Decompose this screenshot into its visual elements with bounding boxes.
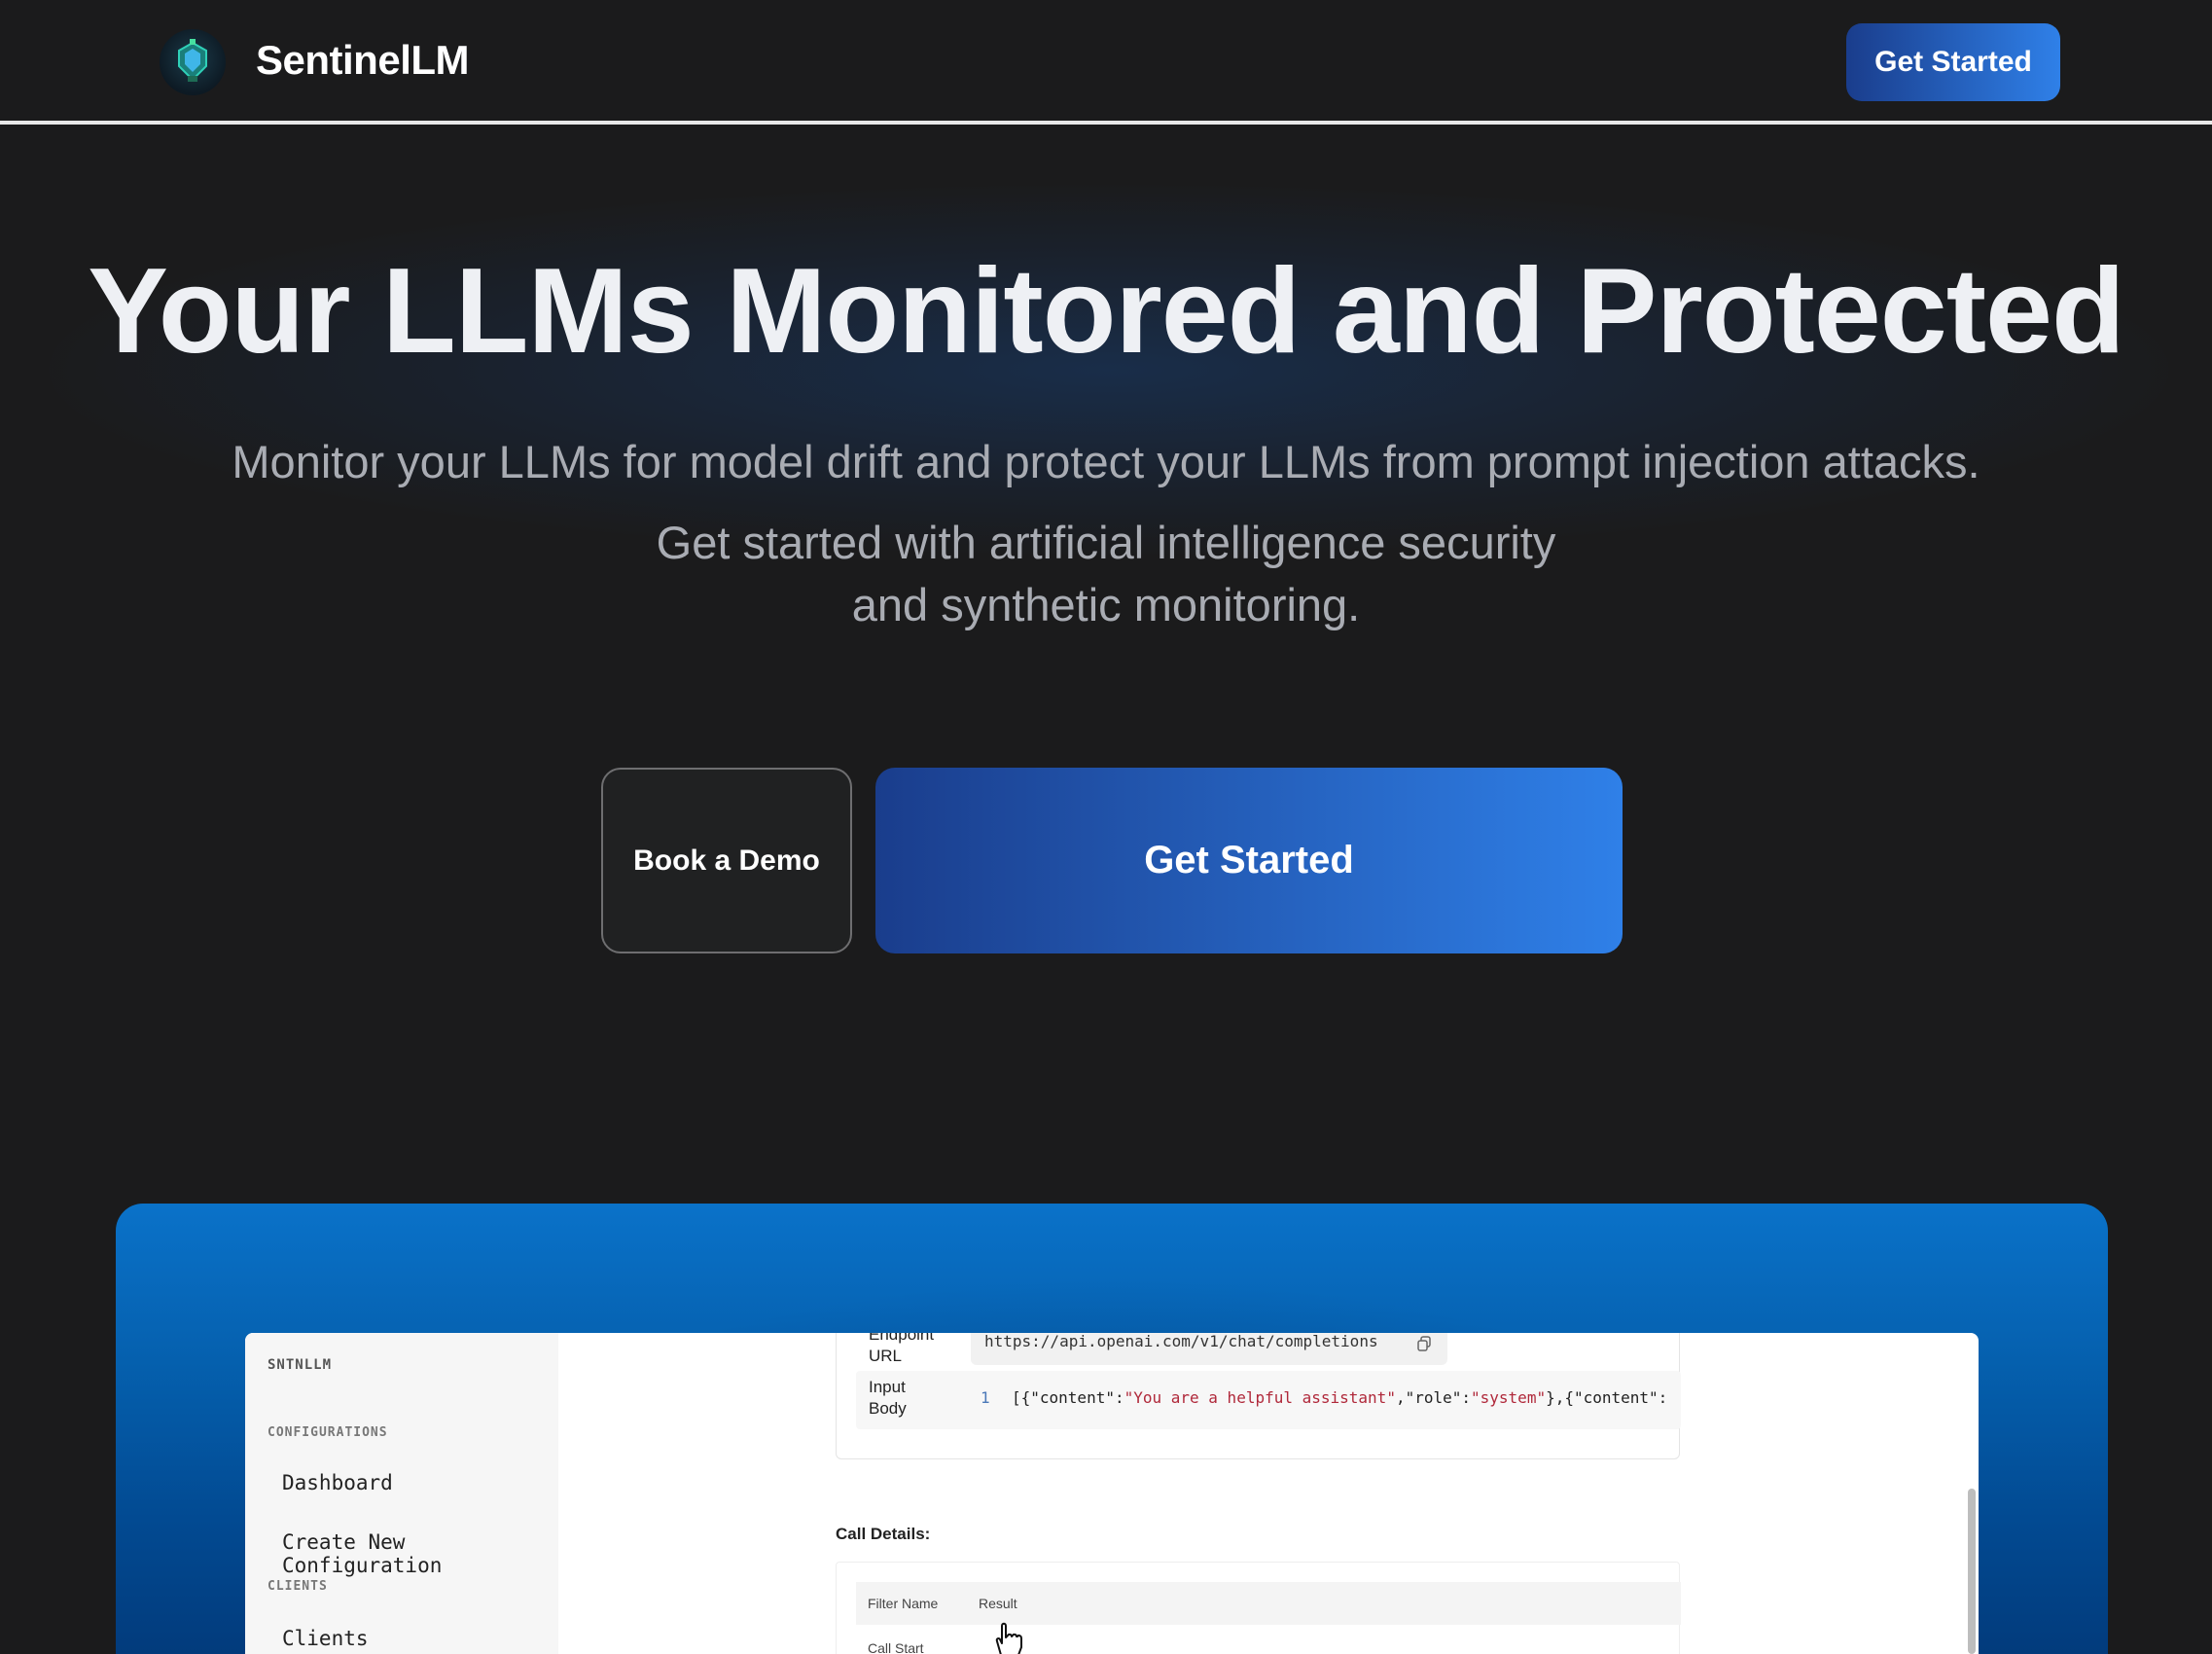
sidebar-item-create-configuration[interactable]: Create New Configuration — [282, 1530, 558, 1577]
sentinel-logo-icon[interactable] — [160, 29, 226, 95]
col-filter-name[interactable]: Filter Name — [868, 1596, 938, 1611]
app-brand: SNTNLLM — [268, 1357, 333, 1373]
call-details-table: Filter Name Result Call Start — [836, 1562, 1681, 1654]
app-scrollbar[interactable] — [1968, 1489, 1976, 1654]
section-label-clients: CLIENTS — [268, 1579, 328, 1594]
header-get-started-button[interactable]: Get Started — [1846, 23, 2060, 101]
endpoint-url: https://api.openai.com/v1/chat/completio… — [984, 1333, 1378, 1350]
code-suffix: },{"content": — [1546, 1388, 1668, 1407]
call-details-title: Call Details: — [836, 1525, 931, 1543]
hand-cursor-icon — [995, 1622, 1022, 1654]
hero-get-started-button[interactable]: Get Started — [875, 768, 1623, 953]
code-string-content: "You are a helpful assistant" — [1124, 1388, 1396, 1407]
endpoint-label-top: Endpoint — [869, 1333, 935, 1344]
brand-name[interactable]: SentinelLM — [256, 37, 470, 84]
config-detail-card: Endpoint URL https://api.openai.com/v1/c… — [836, 1333, 1681, 1459]
hero-subtitle-line1: Monitor your LLMs for model drift and pr… — [232, 436, 1980, 487]
code-prefix: [{"content": — [1012, 1388, 1124, 1407]
input-body-label-bottom: Body — [869, 1399, 907, 1418]
top-nav: SentinelLM Get Started — [0, 0, 2212, 125]
col-result[interactable]: Result — [979, 1596, 1017, 1611]
input-body-label: Input Body — [869, 1377, 907, 1420]
hero-subtitle-line2: Get started with artificial intelligence… — [0, 512, 2212, 636]
table-header-row: Filter Name Result — [856, 1582, 1681, 1625]
section-label-configurations: CONFIGURATIONS — [268, 1425, 388, 1440]
sidebar-item-clients[interactable]: Clients — [282, 1627, 369, 1650]
code-mid: ,"role": — [1395, 1388, 1472, 1407]
input-body-editor[interactable]: Input Body 1 [{"content":"You are a help… — [856, 1371, 1681, 1429]
app-sidebar: SNTNLLM CONFIGURATIONS Dashboard Create … — [245, 1333, 558, 1654]
copy-icon[interactable] — [1416, 1336, 1432, 1351]
code-string-role: "system" — [1471, 1388, 1547, 1407]
table-row-first[interactable]: Call Start — [868, 1640, 924, 1654]
hero-subtitle-line2a: Get started with artificial intelligence… — [656, 517, 1556, 568]
endpoint-url-field[interactable]: https://api.openai.com/v1/chat/completio… — [971, 1333, 1447, 1365]
line-number: 1 — [981, 1388, 990, 1407]
hero-subtitle-line2b: and synthetic monitoring. — [851, 579, 1361, 630]
book-demo-button[interactable]: Book a Demo — [601, 768, 852, 953]
endpoint-label-bottom: URL — [869, 1347, 903, 1365]
endpoint-label: Endpoint URL — [869, 1333, 934, 1367]
sidebar-item-dashboard[interactable]: Dashboard — [282, 1471, 393, 1494]
hero-title: Your LLMs Monitored and Protected — [88, 244, 2124, 378]
input-body-code: [{"content":"You are a helpful assistant… — [1012, 1388, 1667, 1407]
input-body-label-top: Input — [869, 1378, 906, 1396]
app-screenshot-preview: SNTNLLM CONFIGURATIONS Dashboard Create … — [245, 1333, 1979, 1654]
